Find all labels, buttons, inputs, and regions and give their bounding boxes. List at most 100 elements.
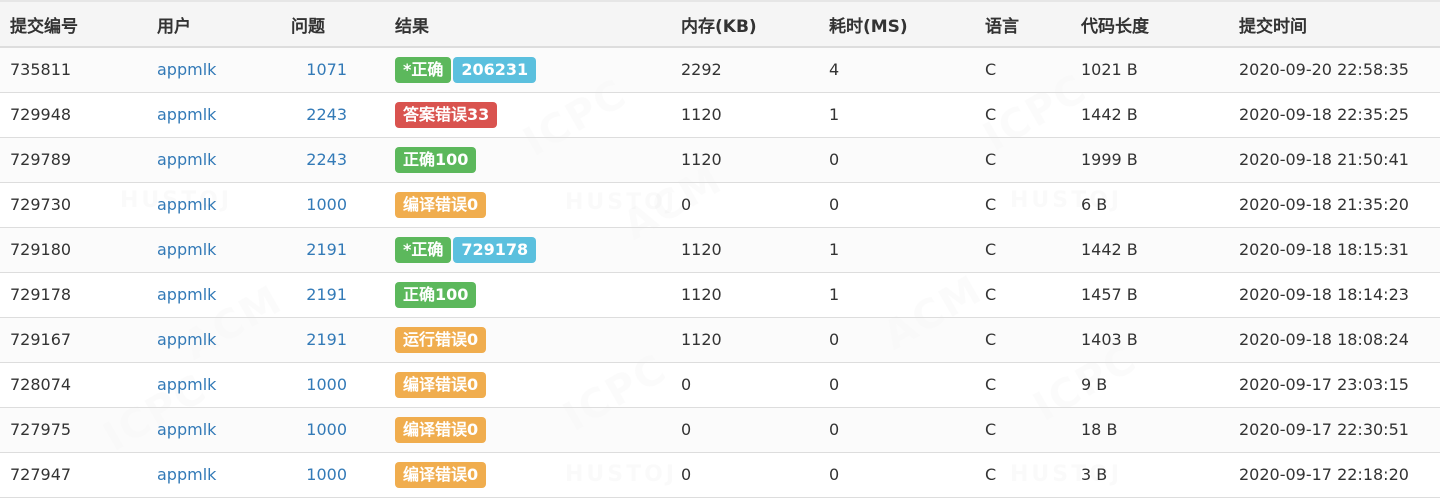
table-row: 729948 appmlk 2243 答案错误33 1120 1 C 1442 … [0, 92, 1440, 138]
result-badge[interactable]: 答案错误33 [395, 101, 498, 128]
table-row: 729789 appmlk 2243 正确100 1120 0 C 1999 B… [0, 137, 1440, 183]
result-cell: 正确100 [385, 137, 671, 183]
problem-link[interactable]: 2191 [306, 330, 347, 349]
header-user: 用户 [147, 0, 281, 48]
code-length-value: 3 B [1071, 452, 1229, 498]
result-badge[interactable]: 编译错误0 [395, 371, 487, 398]
table-row: 727947 appmlk 1000 编译错误0 0 0 C 3 B 2020-… [0, 452, 1440, 498]
result-cell: *正确 729178 [385, 227, 671, 273]
result-badge[interactable]: 正确100 [395, 146, 477, 173]
submission-id: 729789 [0, 137, 147, 183]
submit-time-value: 2020-09-17 22:18:20 [1229, 452, 1440, 498]
submission-id: 729180 [0, 227, 147, 273]
result-cell: 编译错误0 [385, 452, 671, 498]
memory-value: 1120 [671, 92, 819, 138]
table-row: 728074 appmlk 1000 编译错误0 0 0 C 9 B 2020-… [0, 362, 1440, 408]
user-link[interactable]: appmlk [157, 195, 216, 214]
language-value: C [975, 182, 1071, 228]
code-length-value: 1442 B [1071, 227, 1229, 273]
language-value: C [975, 92, 1071, 138]
language-value: C [975, 137, 1071, 183]
user-cell: appmlk [147, 317, 281, 363]
problem-link[interactable]: 2191 [306, 240, 347, 259]
result-cell: 正确100 [385, 272, 671, 318]
submission-id: 727975 [0, 407, 147, 453]
problem-cell: 2191 [281, 317, 385, 363]
user-link[interactable]: appmlk [157, 465, 216, 484]
problem-cell: 1071 [281, 47, 385, 93]
time-value: 0 [819, 182, 975, 228]
problem-link[interactable]: 2191 [306, 285, 347, 304]
language-value: C [975, 407, 1071, 453]
memory-value: 0 [671, 407, 819, 453]
user-cell: appmlk [147, 362, 281, 408]
header-code-length: 代码长度 [1071, 0, 1229, 48]
problem-link[interactable]: 1000 [306, 420, 347, 439]
user-cell: appmlk [147, 407, 281, 453]
problem-cell: 1000 [281, 407, 385, 453]
result-badge[interactable]: 编译错误0 [395, 461, 487, 488]
problem-link[interactable]: 2243 [306, 150, 347, 169]
user-cell: appmlk [147, 182, 281, 228]
user-link[interactable]: appmlk [157, 285, 216, 304]
result-cell: 编译错误0 [385, 407, 671, 453]
language-value: C [975, 452, 1071, 498]
problem-cell: 2243 [281, 92, 385, 138]
language-value: C [975, 272, 1071, 318]
problem-link[interactable]: 2243 [306, 105, 347, 124]
table-row: 735811 appmlk 1071 *正确 206231 2292 4 C 10… [0, 47, 1440, 93]
result-badge[interactable]: 编译错误0 [395, 191, 487, 218]
result-badge[interactable]: 正确100 [395, 281, 477, 308]
table-row: 729167 appmlk 2191 运行错误0 1120 0 C 1403 B… [0, 317, 1440, 363]
result-badge[interactable]: *正确 [395, 236, 452, 263]
user-link[interactable]: appmlk [157, 420, 216, 439]
time-value: 1 [819, 227, 975, 273]
problem-cell: 2191 [281, 272, 385, 318]
problem-link[interactable]: 1000 [306, 465, 347, 484]
problem-cell: 2191 [281, 227, 385, 273]
result-cell: 运行错误0 [385, 317, 671, 363]
user-link[interactable]: appmlk [157, 330, 216, 349]
user-link[interactable]: appmlk [157, 150, 216, 169]
submit-time-value: 2020-09-18 21:35:20 [1229, 182, 1440, 228]
user-link[interactable]: appmlk [157, 105, 216, 124]
submit-time-value: 2020-09-17 23:03:15 [1229, 362, 1440, 408]
problem-link[interactable]: 1071 [306, 60, 347, 79]
submit-time-value: 2020-09-18 18:08:24 [1229, 317, 1440, 363]
result-badge[interactable]: 运行错误0 [395, 326, 487, 353]
time-value: 0 [819, 452, 975, 498]
memory-value: 0 [671, 362, 819, 408]
submit-time-value: 2020-09-18 21:50:41 [1229, 137, 1440, 183]
header-language: 语言 [975, 0, 1071, 48]
problem-link[interactable]: 1000 [306, 375, 347, 394]
time-value: 0 [819, 137, 975, 183]
code-length-value: 9 B [1071, 362, 1229, 408]
time-value: 1 [819, 92, 975, 138]
memory-value: 1120 [671, 227, 819, 273]
memory-value: 0 [671, 452, 819, 498]
header-submission-id: 提交编号 [0, 0, 147, 48]
language-value: C [975, 362, 1071, 408]
reference-id-badge[interactable]: 206231 [453, 56, 537, 83]
user-link[interactable]: appmlk [157, 375, 216, 394]
user-link[interactable]: appmlk [157, 240, 216, 259]
table-row: 729730 appmlk 1000 编译错误0 0 0 C 6 B 2020-… [0, 182, 1440, 228]
memory-value: 0 [671, 182, 819, 228]
time-value: 0 [819, 407, 975, 453]
reference-id-badge[interactable]: 729178 [453, 236, 537, 263]
result-badge[interactable]: 编译错误0 [395, 416, 487, 443]
code-length-value: 1999 B [1071, 137, 1229, 183]
result-badge[interactable]: *正确 [395, 56, 452, 83]
time-value: 1 [819, 272, 975, 318]
table-row: 729180 appmlk 2191 *正确 729178 1120 1 C 14… [0, 227, 1440, 273]
user-cell: appmlk [147, 137, 281, 183]
result-cell: *正确 206231 [385, 47, 671, 93]
user-link[interactable]: appmlk [157, 60, 216, 79]
language-value: C [975, 317, 1071, 363]
submission-id: 729178 [0, 272, 147, 318]
memory-value: 1120 [671, 137, 819, 183]
problem-cell: 1000 [281, 362, 385, 408]
submission-id: 729948 [0, 92, 147, 138]
problem-link[interactable]: 1000 [306, 195, 347, 214]
problem-cell: 2243 [281, 137, 385, 183]
